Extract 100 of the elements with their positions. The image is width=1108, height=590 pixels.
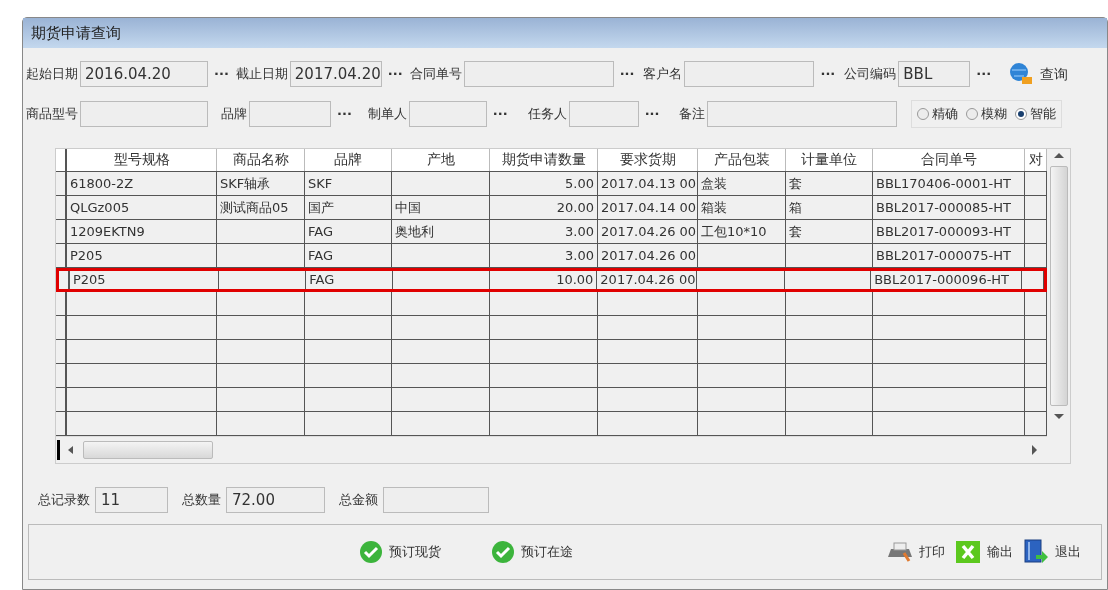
table-cell-text: P205	[72, 271, 106, 290]
table-cell-text: SKF轴承	[220, 174, 271, 193]
field-label: 任务人	[527, 105, 567, 124]
picker-button[interactable]: ···	[492, 104, 508, 124]
total-label: 总记录数	[38, 491, 90, 510]
table-row[interactable]: 61800-2Z SKF轴承 SKF 5.00 2017.04.13 00 盒装 套 BBL170406-0001-HT	[56, 172, 1047, 196]
table-cell-text: 套	[789, 222, 802, 241]
table-row[interactable]: 1209EKTN9 FAG 奥地利 3.00 2017.04.26 00 工包10*10 套 BBL2017-000093-HT	[56, 220, 1047, 244]
check-icon	[359, 540, 383, 564]
scrollbar-thumb[interactable]	[83, 441, 213, 459]
table-cell-text: 3.00	[565, 222, 594, 241]
table-cell-text: FAG	[309, 271, 335, 290]
input-field[interactable]: 2017.04.20	[289, 61, 382, 87]
total-field: 72.00	[226, 487, 325, 513]
check-icon	[491, 540, 515, 564]
table-cell-text: QLGz005	[70, 198, 130, 217]
table-cell-text: P205	[70, 246, 103, 265]
horizontal-scrollbar[interactable]	[56, 436, 1047, 463]
total-label: 总数量	[182, 491, 221, 510]
scroll-up-icon[interactable]	[1053, 153, 1064, 158]
input-field[interactable]	[568, 101, 639, 127]
table-cell-text: FAG	[308, 246, 334, 265]
table-row[interactable]: P205 FAG 3.00 2017.04.26 00 BBL2017-000075-HT	[56, 244, 1047, 268]
field-label: 公司编码	[844, 65, 897, 84]
total-field: 11	[95, 487, 168, 513]
input-field[interactable]	[249, 101, 331, 127]
table-cell-text: FAG	[308, 222, 334, 241]
picker-button[interactable]: ···	[214, 64, 229, 84]
picker-button[interactable]: ···	[976, 64, 992, 84]
column-header[interactable]: 品牌	[305, 149, 392, 171]
column-header[interactable]: 计量单位	[786, 149, 873, 171]
table-cell-text: 2017.04.13 00	[601, 174, 697, 193]
input-field[interactable]	[408, 101, 487, 127]
input-field[interactable]	[707, 101, 898, 127]
table-cell-text: 10.00	[556, 271, 594, 290]
column-header[interactable]: 产品包装	[698, 149, 786, 171]
table-cell-text: 盒装	[701, 174, 727, 193]
picker-button[interactable]: ···	[387, 64, 403, 84]
table-cell-text: 奥地利	[395, 222, 434, 241]
column-header[interactable]: 要求货期	[598, 149, 698, 171]
table-cell-text: 1209EKTN9	[70, 222, 145, 241]
field-label: 截止日期	[235, 65, 288, 84]
toolbar-button[interactable]: 输出	[955, 540, 1013, 564]
table-cell-text: BBL170406-0001-HT	[876, 174, 1011, 193]
input-field[interactable]	[463, 61, 614, 87]
query-button[interactable]: 查询	[1008, 61, 1069, 87]
field-label: 商品型号	[26, 105, 78, 124]
table-cell-text: 3.00	[565, 246, 594, 265]
table-row[interactable]: P205 FAG 10.00 2017.04.26 00 BBL2017-000096-HT	[56, 268, 1047, 292]
table-cell-text: 箱	[789, 198, 802, 217]
input-field[interactable]	[80, 101, 208, 127]
field-label: 起始日期	[26, 65, 78, 84]
total-label: 总金额	[339, 491, 378, 510]
field-label: 备注	[679, 105, 706, 124]
table-cell-text: 20.00	[556, 198, 594, 217]
picker-button[interactable]: ···	[337, 104, 352, 124]
column-header[interactable]: 型号规格	[67, 149, 217, 171]
column-header[interactable]: 商品名称	[217, 149, 305, 171]
table-cell-text: 国产	[308, 198, 334, 217]
table-cell-text: BBL2017-000075-HT	[876, 246, 1011, 265]
scroll-right-icon[interactable]	[1032, 445, 1037, 455]
input-field[interactable]: BBL	[898, 61, 971, 87]
table-cell-text: 工包10*10	[701, 222, 767, 241]
exit-door-icon	[1023, 539, 1049, 565]
picker-button[interactable]: ···	[644, 104, 660, 124]
radio-option[interactable]: 智能	[1015, 104, 1057, 124]
column-header[interactable]: 产地	[392, 149, 490, 171]
globe-search-icon	[1008, 61, 1035, 87]
table-cell-text: 测试商品05	[220, 198, 289, 217]
table-cell-text: 2017.04.26 00	[601, 222, 697, 241]
table-row[interactable]: QLGz005 测试商品05 国产 中国 20.00 2017.04.14 00 箱装 箱 BBL2017-000085-HT	[56, 196, 1047, 220]
radio-option[interactable]: 精确	[917, 104, 959, 124]
table-cell-text: BBL2017-000085-HT	[876, 198, 1011, 217]
picker-button[interactable]: ···	[619, 64, 635, 84]
field-label: 合同单号	[409, 65, 462, 84]
spreadsheet-icon	[955, 540, 981, 564]
column-header[interactable]: 期货申请数量	[490, 149, 598, 171]
scrollbar-thumb[interactable]	[1049, 166, 1068, 406]
field-label: 客户名	[643, 65, 683, 84]
table-cell-text: 中国	[395, 198, 421, 217]
table-cell-text: 5.00	[565, 174, 594, 193]
field-label: 制单人	[367, 105, 407, 124]
table-cell-text: 2017.04.14 00	[601, 198, 697, 217]
printer-icon	[887, 541, 913, 563]
table-cell-text: 2017.04.26 00	[600, 271, 696, 290]
action-button[interactable]: 预订现货	[359, 540, 441, 564]
column-header[interactable]: 合同单号	[873, 149, 1025, 171]
window-title: 期货申请查询	[23, 18, 1107, 48]
toolbar-button[interactable]: 退出	[1023, 539, 1081, 565]
scroll-left-icon[interactable]	[68, 446, 73, 454]
toolbar-button[interactable]: 打印	[887, 541, 945, 563]
table-cell-text: BBL2017-000093-HT	[876, 222, 1011, 241]
action-button[interactable]: 预订在途	[491, 540, 573, 564]
input-field[interactable]: 2016.04.20	[80, 61, 208, 87]
scroll-down-icon[interactable]	[1053, 414, 1064, 419]
table-cell-text: 套	[789, 174, 802, 193]
radio-option[interactable]: 模糊	[966, 104, 1008, 124]
picker-button[interactable]: ···	[820, 64, 836, 84]
table-cell-text: 61800-2Z	[70, 174, 134, 193]
input-field[interactable]	[684, 61, 815, 87]
